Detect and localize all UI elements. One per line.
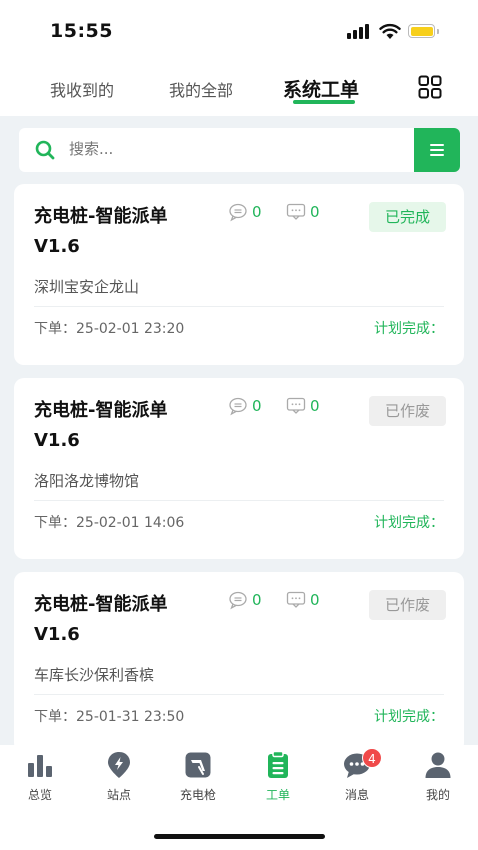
order-location: 洛阳洛龙博物馆: [34, 472, 140, 490]
comment-icon: [229, 397, 247, 416]
message-icon: [286, 203, 306, 220]
comment-icon: [229, 203, 247, 222]
bar-chart-icon: [28, 755, 52, 777]
message-count: 0: [286, 590, 320, 610]
status-bar: 15:55: [0, 0, 478, 62]
search-input[interactable]: [69, 140, 369, 158]
filter-button[interactable]: [414, 128, 460, 172]
signal-icon: [347, 24, 373, 39]
comment-count: 0: [228, 396, 262, 416]
message-icon: [286, 397, 306, 414]
status-badge: 已作废: [369, 396, 446, 426]
tab-bar: 我收到的 我的全部 系统工单: [0, 62, 478, 116]
comment-icon: [229, 591, 247, 610]
nav-messages[interactable]: 4 消息: [327, 748, 387, 803]
clipboard-icon: [268, 750, 288, 778]
nav-stations[interactable]: 站点: [89, 750, 149, 803]
nav-profile[interactable]: 我的: [408, 750, 468, 803]
wifi-icon: [379, 23, 401, 39]
status-time: 15:55: [50, 20, 113, 42]
status-badge: 已完成: [369, 202, 446, 232]
tab-received[interactable]: 我收到的: [50, 77, 114, 101]
plan-complete: 计划完成：: [374, 515, 444, 531]
card-divider: [34, 500, 444, 501]
order-card[interactable]: 充电桩-智能派单V1.6 0 0 已完成 深圳宝安企龙山 下单：25-02-01…: [14, 184, 464, 365]
status-badge: 已作废: [369, 590, 446, 620]
search-bar: [19, 128, 459, 172]
message-badge: 4: [362, 748, 382, 768]
battery-icon: [408, 24, 439, 38]
order-title: 充电桩-智能派单V1.6: [34, 400, 168, 451]
charger-icon: [185, 752, 211, 778]
card-divider: [34, 306, 444, 307]
plan-complete: 计划完成：: [374, 709, 444, 725]
comment-count: 0: [228, 202, 262, 222]
tab-system-orders[interactable]: 系统工单: [283, 75, 359, 102]
user-icon: [425, 752, 451, 778]
order-title: 充电桩-智能派单V1.6: [34, 594, 168, 645]
order-time: 下单：25-01-31 23:50: [34, 709, 185, 725]
order-time: 下单：25-02-01 23:20: [34, 321, 185, 337]
nav-chargers[interactable]: 充电枪: [168, 750, 228, 803]
location-icon: [108, 752, 130, 778]
comment-count: 0: [228, 590, 262, 610]
plan-complete: 计划完成：: [374, 321, 444, 337]
grid-menu-icon[interactable]: [418, 75, 442, 99]
order-card[interactable]: 充电桩-智能派单V1.6 0 0 已作废 洛阳洛龙博物馆 下单：25-02-01…: [14, 378, 464, 559]
home-indicator: [154, 834, 325, 839]
card-divider: [34, 694, 444, 695]
message-icon: [286, 591, 306, 608]
active-tab-indicator: [293, 100, 355, 104]
tab-all-mine[interactable]: 我的全部: [169, 77, 233, 101]
order-location: 深圳宝安企龙山: [34, 278, 140, 296]
order-time: 下单：25-02-01 14:06: [34, 515, 185, 531]
search-icon: [35, 140, 55, 160]
nav-work-orders[interactable]: 工单: [248, 750, 308, 803]
message-count: 0: [286, 396, 320, 416]
order-title: 充电桩-智能派单V1.6: [34, 206, 168, 257]
order-location: 车库长沙保利香槟: [34, 666, 155, 684]
message-count: 0: [286, 202, 320, 222]
nav-overview[interactable]: 总览: [10, 750, 70, 803]
order-card[interactable]: 充电桩-智能派单V1.6 0 0 已作废 车库长沙保利香槟 下单：25-01-3…: [14, 572, 464, 753]
